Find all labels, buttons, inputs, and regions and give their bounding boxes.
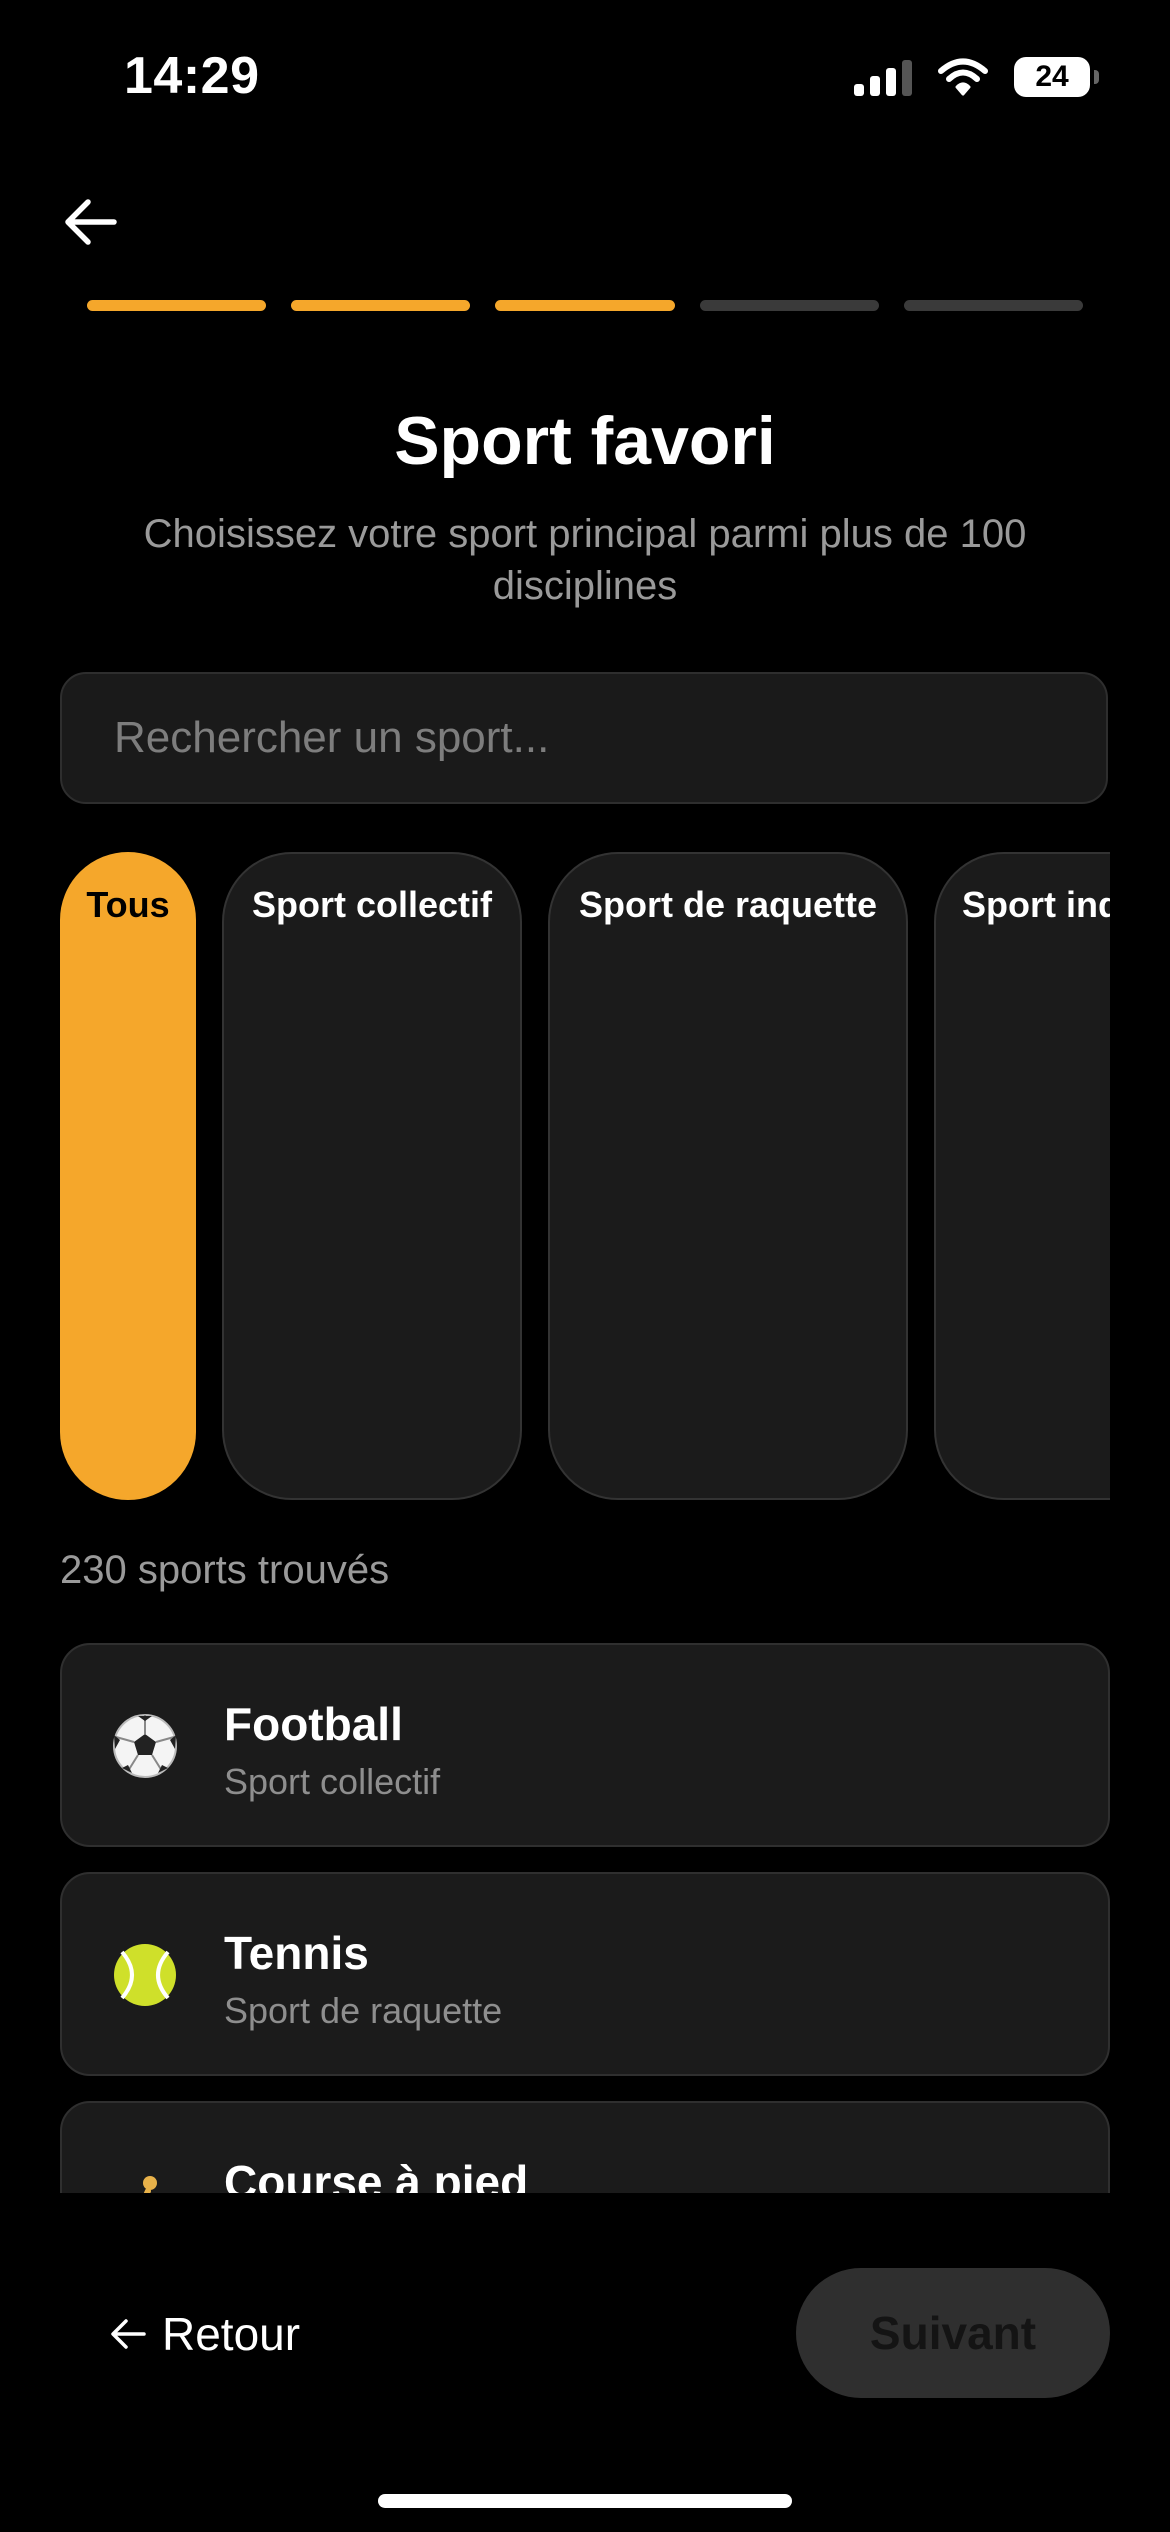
step-progress xyxy=(87,300,1084,311)
next-button[interactable]: Suivant xyxy=(796,2268,1110,2398)
arrow-left-icon xyxy=(111,2319,146,2349)
sports-list: Football Sport collectif Tennis Sport de… xyxy=(60,1643,1110,2193)
search-input[interactable] xyxy=(112,712,1016,764)
filter-chip-sport-de-raquette[interactable]: Sport de raquette xyxy=(548,852,908,1500)
progress-segment xyxy=(291,300,471,311)
sport-category: Sport collectif xyxy=(224,1761,441,1802)
back-button[interactable]: Retour xyxy=(108,2302,300,2366)
sport-name: Tennis xyxy=(224,1927,369,1979)
tennis-ball-icon xyxy=(114,1944,176,2006)
sport-card-football[interactable]: Football Sport collectif xyxy=(60,1643,1110,1847)
filter-chip-tous[interactable]: Tous xyxy=(60,852,196,1500)
status-icons: 24 xyxy=(854,52,1099,102)
back-arrow-icon[interactable] xyxy=(58,190,122,254)
filter-chip-label: Sport collectif xyxy=(251,884,493,925)
runner-icon xyxy=(143,2176,157,2193)
status-time: 14:29 xyxy=(124,47,260,105)
results-count: 230 sports trouvés xyxy=(60,1548,390,1592)
page-title: Sport favori xyxy=(394,403,776,479)
sport-name: Course à pied xyxy=(224,2156,529,2193)
progress-segment xyxy=(903,300,1084,311)
filter-chip-label: Sport de raquette xyxy=(578,884,878,925)
sport-card-course-a-pied[interactable]: Course à pied xyxy=(60,2101,1110,2193)
search-box xyxy=(60,672,1108,804)
signal-icon xyxy=(854,58,912,96)
filter-chip-label: Sport ind xyxy=(962,884,1110,925)
next-button-label: Suivant xyxy=(869,2307,1037,2359)
sport-category: Sport de raquette xyxy=(224,1990,503,2031)
sport-card-tennis[interactable]: Tennis Sport de raquette xyxy=(60,1872,1110,2076)
progress-segment xyxy=(699,300,879,311)
home-indicator xyxy=(378,2494,792,2508)
soccer-ball-icon xyxy=(113,1714,177,1778)
wifi-icon xyxy=(938,58,988,96)
filter-chip-label: Tous xyxy=(86,884,170,925)
progress-segment xyxy=(495,300,675,311)
back-button-label: Retour xyxy=(162,2308,301,2360)
battery-icon: 24 xyxy=(1014,57,1099,97)
battery-level: 24 xyxy=(1035,60,1069,93)
category-filter-row: Tous Sport collectif Sport de raquette S… xyxy=(60,852,1110,1504)
sport-name: Football xyxy=(224,1698,403,1750)
filter-chip-sport-collectif[interactable]: Sport collectif xyxy=(222,852,522,1500)
progress-segment xyxy=(87,300,267,311)
page-subtitle: Choisissez votre sport principal parmi p… xyxy=(143,512,1027,608)
filter-chip-sport-individuel[interactable]: Sport ind xyxy=(934,852,1110,1500)
